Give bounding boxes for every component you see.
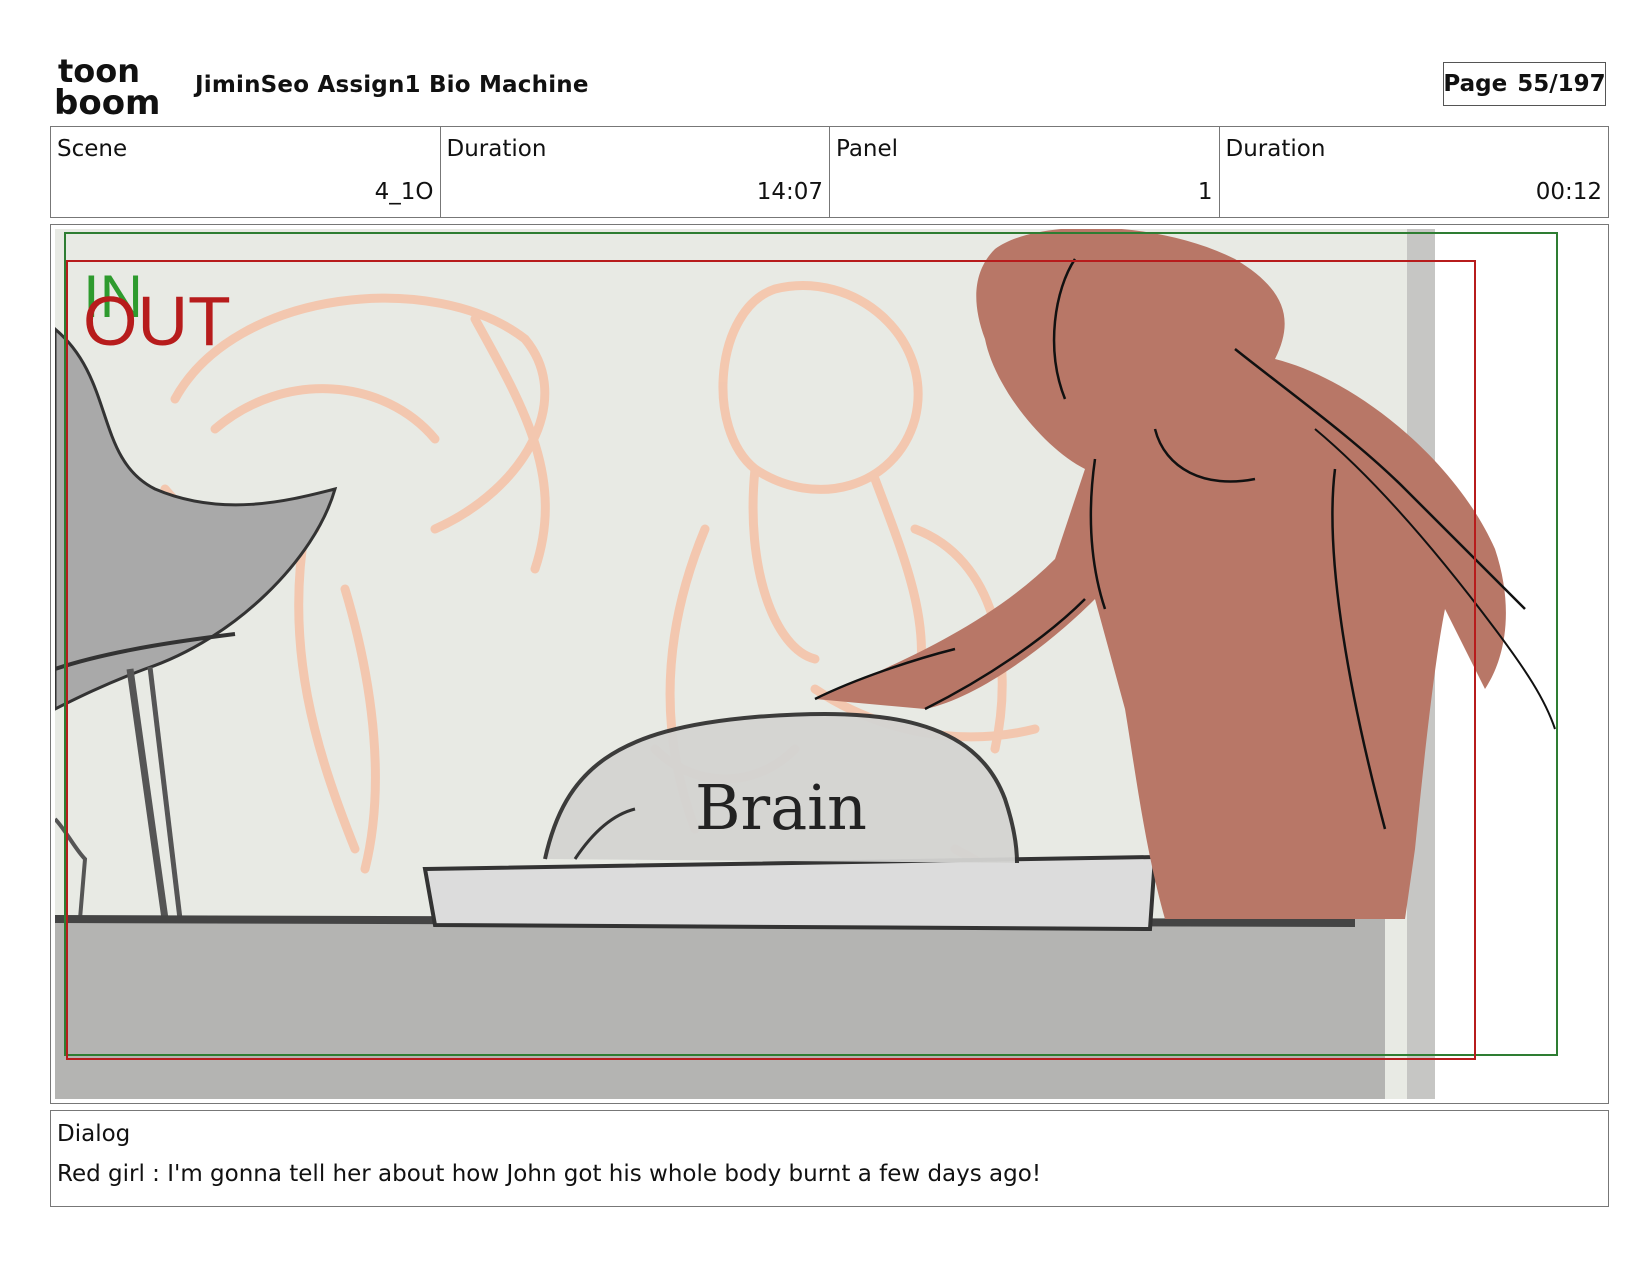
panel-artwork: Brain IN OUT (55, 229, 1603, 1099)
panel-duration-label: Duration (1225, 136, 1326, 162)
scene-cell: Scene 4_1O (51, 127, 441, 217)
scene-label: Scene (57, 136, 128, 162)
panel-label: Panel (836, 136, 899, 162)
dialog-text: Red girl : I'm gonna tell her about how … (57, 1161, 1042, 1187)
table-top (55, 919, 1385, 1099)
panel-duration-value: 00:12 (1535, 179, 1602, 205)
dialog-section: Dialog Red girl : I'm gonna tell her abo… (50, 1110, 1609, 1207)
storyboard-panel: Brain IN OUT (50, 224, 1609, 1104)
logo-text-bottom: boom (54, 83, 160, 118)
panel-value: 1 (1197, 179, 1213, 205)
project-title: JiminSeo Assign1 Bio Machine (195, 72, 589, 98)
panel-cell: Panel 1 (830, 127, 1220, 217)
scene-duration-label: Duration (446, 136, 547, 162)
page-indicator: Page 55/197 (1443, 62, 1606, 106)
out-label: OUT (83, 282, 231, 360)
panel-duration-cell: Duration 00:12 (1220, 127, 1609, 217)
toonboom-logo: toon boom (54, 54, 172, 118)
machine-label: Brain (695, 771, 867, 844)
dialog-label: Dialog (57, 1121, 131, 1147)
page-number: 55/197 (1517, 71, 1606, 97)
page-label: Page (1443, 71, 1508, 97)
scene-info-table: Scene 4_1O Duration 14:07 Panel 1 Durati… (50, 126, 1609, 218)
scene-duration-cell: Duration 14:07 (441, 127, 830, 217)
scene-duration-value: 14:07 (756, 179, 823, 205)
scene-value: 4_1O (374, 179, 434, 205)
